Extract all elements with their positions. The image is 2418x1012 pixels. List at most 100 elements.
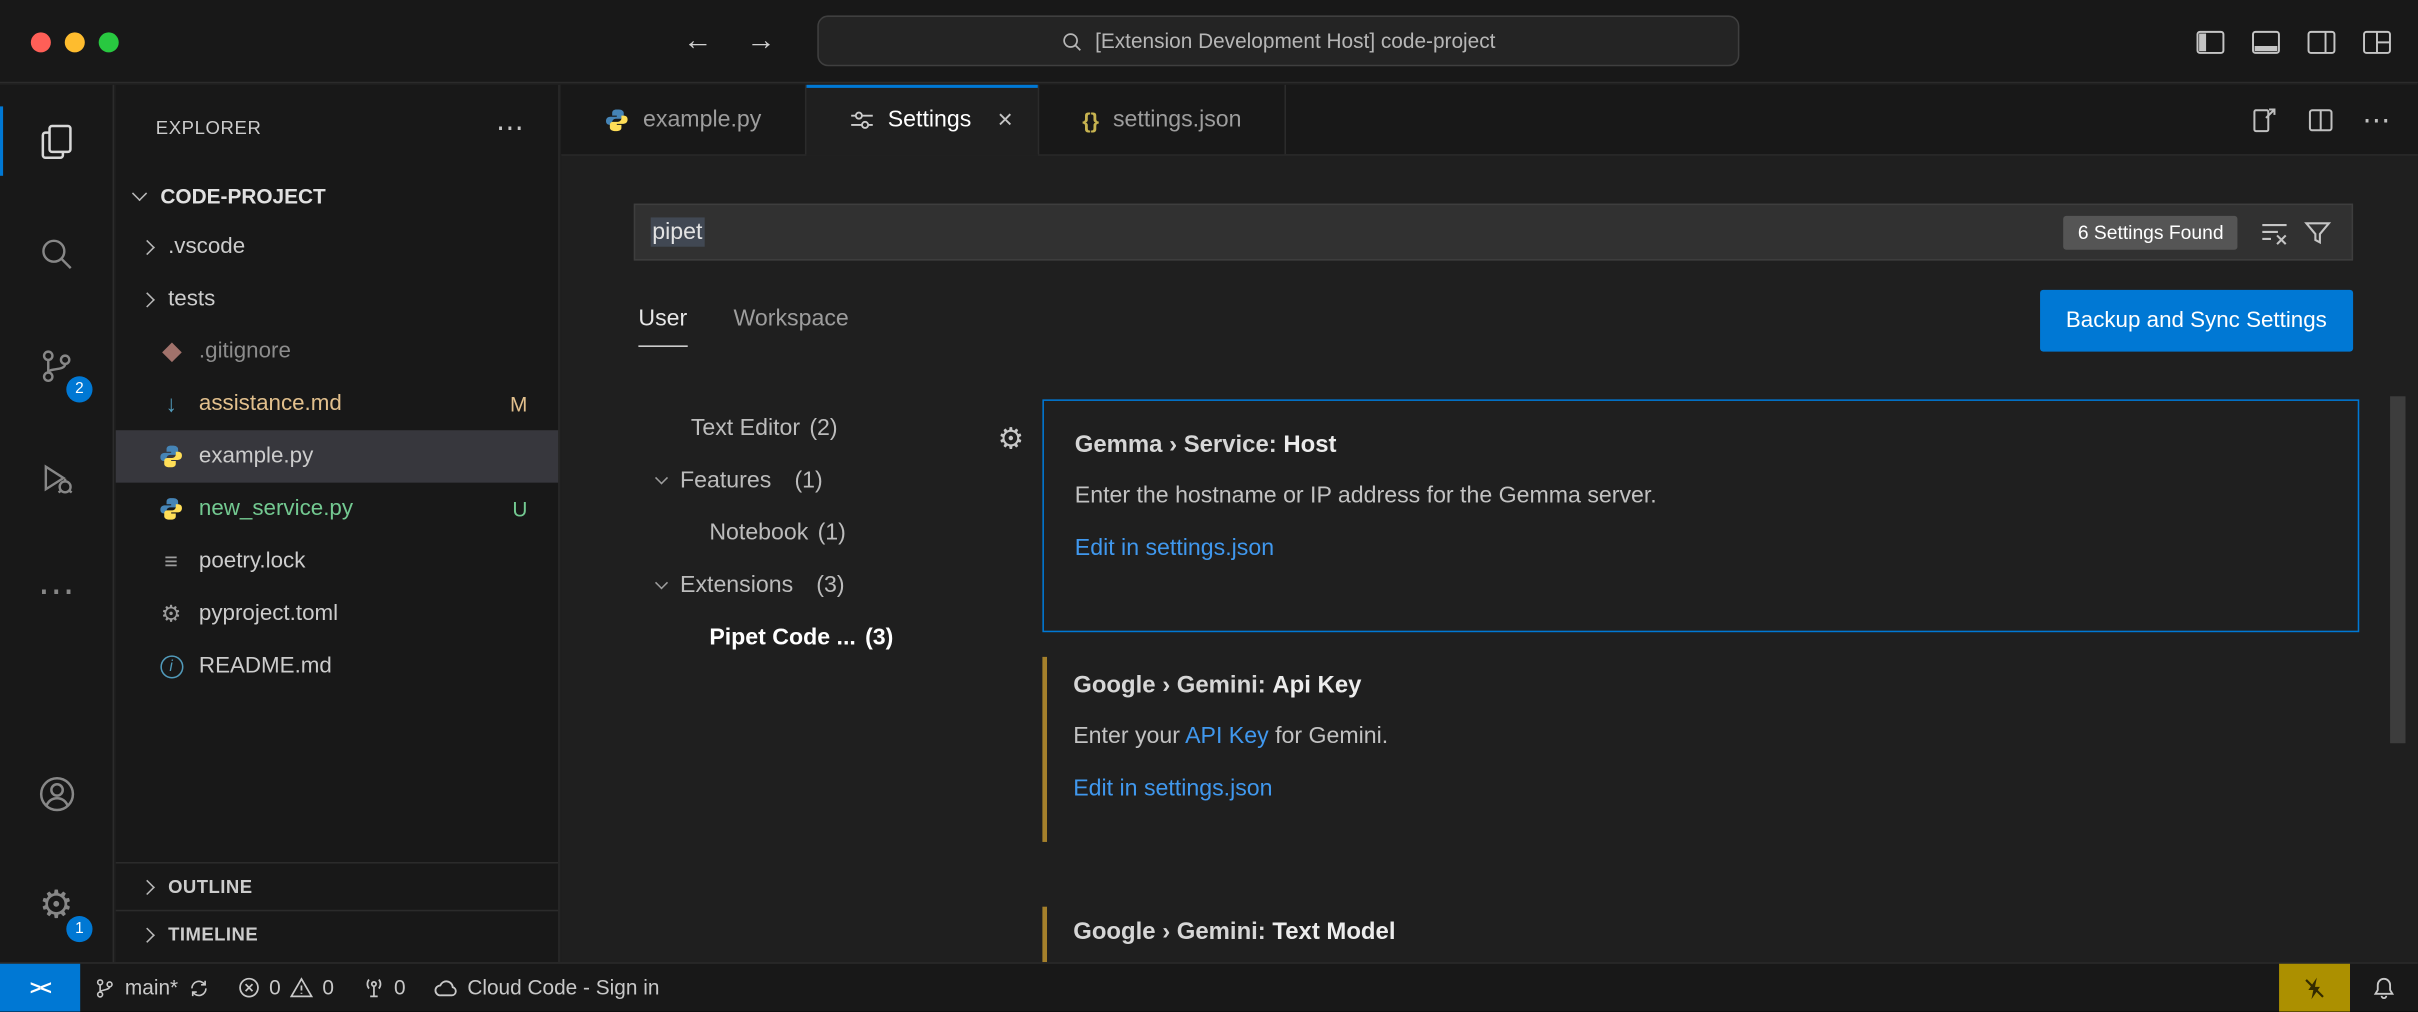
tree-item-readme-md[interactable]: i README.md bbox=[116, 640, 559, 692]
outline-section-header[interactable]: OUTLINE bbox=[116, 862, 559, 910]
close-icon[interactable]: × bbox=[998, 104, 1013, 135]
edit-in-settings-json-link[interactable]: Edit in settings.json bbox=[1073, 776, 2328, 802]
toggle-secondary-sidebar-icon[interactable] bbox=[2305, 25, 2337, 57]
scrollbar[interactable] bbox=[2390, 396, 2405, 743]
notifications-status-item[interactable] bbox=[2350, 964, 2418, 1012]
forward-icon[interactable]: → bbox=[746, 25, 775, 59]
toc-pipet-code[interactable]: Pipet Code ... (3) bbox=[634, 611, 1020, 663]
setting-category: Google › Gemini: bbox=[1073, 919, 1272, 945]
toc-label: Features bbox=[680, 466, 771, 492]
toc-notebook[interactable]: Notebook (1) bbox=[634, 506, 1020, 558]
description-text: Enter your bbox=[1073, 723, 1185, 749]
customize-layout-icon[interactable] bbox=[2361, 25, 2393, 57]
remote-indicator[interactable]: >< bbox=[0, 964, 80, 1012]
toc-features[interactable]: Features (1) bbox=[634, 453, 1020, 505]
activity-search-button[interactable] bbox=[0, 197, 113, 310]
tree-item-tests[interactable]: tests bbox=[116, 273, 559, 325]
tree-item-label: poetry.lock bbox=[199, 549, 305, 574]
description-text: for Gemini. bbox=[1269, 723, 1389, 749]
scope-tab-workspace[interactable]: Workspace bbox=[733, 305, 848, 347]
python-file-icon bbox=[157, 497, 185, 522]
timeline-section-header[interactable]: TIMELINE bbox=[116, 910, 559, 958]
window-controls bbox=[31, 32, 119, 52]
minimize-window-button[interactable] bbox=[65, 32, 85, 52]
ports-status-item[interactable]: 0 bbox=[348, 964, 420, 1012]
activity-more-button[interactable]: ⋯ bbox=[0, 535, 113, 648]
explorer-more-actions-icon[interactable]: ⋯ bbox=[496, 112, 524, 144]
tree-root-code-project[interactable]: CODE-PROJECT bbox=[116, 171, 559, 220]
toc-extensions[interactable]: Extensions (3) bbox=[634, 558, 1020, 610]
activity-source-control-button[interactable]: 2 bbox=[0, 310, 113, 423]
toggle-primary-sidebar-icon[interactable] bbox=[2194, 25, 2226, 57]
tree-item-label: .gitignore bbox=[199, 339, 291, 364]
radio-tower-icon bbox=[362, 976, 385, 999]
toggle-panel-icon[interactable] bbox=[2250, 25, 2282, 57]
toc-label: Extensions bbox=[680, 571, 793, 597]
tree-item-vscode[interactable]: .vscode bbox=[116, 221, 559, 273]
setting-name: Host bbox=[1283, 432, 1336, 458]
toc-count: (1) bbox=[794, 466, 822, 492]
section-label: TIMELINE bbox=[168, 924, 258, 946]
tree-item-gitignore[interactable]: .gitignore bbox=[116, 325, 559, 377]
toc-text-editor[interactable]: Text Editor (2) bbox=[634, 401, 1020, 453]
tab-label: example.py bbox=[643, 106, 761, 132]
settings-scope-tabs: User Workspace bbox=[638, 305, 848, 347]
setting-actions-gear-icon[interactable]: ⚙ bbox=[998, 423, 1024, 458]
files-icon bbox=[36, 121, 76, 161]
accounts-button[interactable] bbox=[0, 737, 113, 850]
setting-google-gemini-api-key[interactable]: Google › Gemini: Api Key Enter your API … bbox=[1042, 657, 2359, 842]
clear-settings-search-icon[interactable] bbox=[2261, 218, 2289, 246]
activity-explorer-button[interactable] bbox=[0, 85, 113, 198]
backup-sync-settings-button[interactable]: Backup and Sync Settings bbox=[2040, 290, 2353, 352]
filter-icon[interactable] bbox=[2304, 218, 2332, 246]
activity-run-debug-button[interactable] bbox=[0, 423, 113, 536]
setting-gemma-service-host[interactable]: Gemma › Service: Host Enter the hostname… bbox=[1042, 399, 2359, 632]
run-debug-icon bbox=[37, 460, 76, 499]
setting-google-gemini-text-model[interactable]: Google › Gemini: Text Model bbox=[1042, 907, 2359, 963]
settings-search-input[interactable]: pipet 6 Settings Found bbox=[634, 204, 2353, 261]
tab-label: settings.json bbox=[1113, 106, 1242, 132]
manage-settings-button[interactable]: ⚙ 1 bbox=[0, 850, 113, 963]
tree-item-new-service-py[interactable]: new_service.py U bbox=[116, 483, 559, 535]
command-center-title: [Extension Development Host] code-projec… bbox=[1095, 29, 1495, 52]
tree-item-label: .vscode bbox=[168, 234, 245, 259]
tab-bar: example.py Settings × {} settings.json ⋯ bbox=[561, 85, 2418, 156]
json-braces-icon: {} bbox=[1082, 107, 1099, 132]
setting-name: Api Key bbox=[1272, 672, 1361, 698]
cloud-code-status-item[interactable]: Cloud Code - Sign in bbox=[420, 964, 674, 1012]
tree-item-example-py[interactable]: example.py bbox=[116, 430, 559, 482]
tab-settings[interactable]: Settings × bbox=[806, 85, 1039, 154]
editor-area: example.py Settings × {} settings.json ⋯… bbox=[561, 85, 2418, 962]
more-icon: ⋯ bbox=[38, 573, 75, 610]
cloud-icon bbox=[433, 975, 458, 1000]
git-modified-badge: M bbox=[510, 392, 527, 415]
gear-icon: ⚙ bbox=[39, 887, 74, 926]
settings-editor: pipet 6 Settings Found User Workspace Ba… bbox=[561, 157, 2418, 962]
tree-item-pyproject-toml[interactable]: ⚙ pyproject.toml bbox=[116, 588, 559, 640]
close-window-button[interactable] bbox=[31, 32, 51, 52]
toc-label: Text Editor bbox=[691, 414, 800, 440]
explorer-title: EXPLORER bbox=[156, 117, 262, 139]
tree-item-poetry-lock[interactable]: ≡ poetry.lock bbox=[116, 535, 559, 587]
edit-in-settings-json-link[interactable]: Edit in settings.json bbox=[1075, 535, 2327, 561]
split-editor-icon[interactable] bbox=[2305, 104, 2336, 135]
tree-item-assistance-md[interactable]: ↓ assistance.md M bbox=[116, 378, 559, 430]
scope-tab-user[interactable]: User bbox=[638, 305, 687, 347]
git-branch-icon bbox=[94, 977, 116, 999]
chevron-down-icon bbox=[132, 186, 147, 201]
lightning-slash-icon bbox=[2302, 975, 2327, 1000]
lock-file-icon: ≡ bbox=[157, 548, 185, 574]
screencast-warning-status-item[interactable] bbox=[2279, 964, 2350, 1012]
warnings-count: 0 bbox=[322, 976, 334, 999]
open-settings-json-icon[interactable] bbox=[2248, 104, 2279, 135]
maximize-window-button[interactable] bbox=[99, 32, 119, 52]
back-icon[interactable]: ← bbox=[683, 25, 712, 59]
status-bar: >< main* 0 0 0 Cloud Code - Sign in bbox=[0, 962, 2418, 1011]
branch-status-item[interactable]: main* bbox=[80, 964, 223, 1012]
tab-settings-json[interactable]: {} settings.json bbox=[1039, 85, 1286, 154]
more-actions-icon[interactable]: ⋯ bbox=[2362, 106, 2390, 134]
command-center[interactable]: [Extension Development Host] code-projec… bbox=[817, 15, 1739, 66]
api-key-link[interactable]: API Key bbox=[1185, 723, 1269, 749]
tab-example-py[interactable]: example.py bbox=[561, 85, 806, 154]
problems-status-item[interactable]: 0 0 bbox=[223, 964, 348, 1012]
